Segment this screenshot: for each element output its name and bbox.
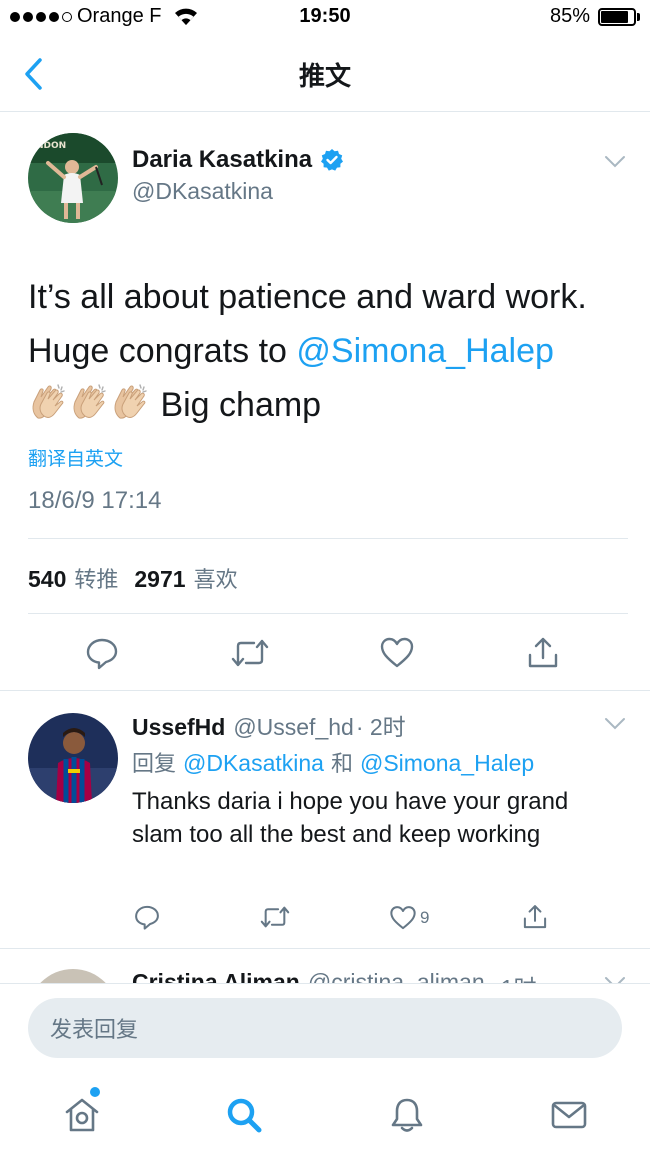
battery-percent: 85% [550,5,591,27]
home-icon [65,1098,99,1132]
retweet-icon [231,639,269,667]
retweet-count[interactable]: 540 [28,566,66,593]
reply-author-name: UssefHd [132,714,226,740]
next-reply-menu-button[interactable] [604,975,626,983]
next-reply-preview[interactable]: Cristina Aliman @cristina_aliman · 1时 [0,949,650,983]
reply-button[interactable] [82,633,122,673]
author-handle: @DKasatkina [132,178,273,204]
mention-link[interactable]: @DKasatkina [183,750,324,776]
replying-to: 回复 @DKasatkina 和 @Simona_Halep [132,746,534,778]
status-bar: Orange F 19:50 85% [0,0,650,36]
divider [28,613,628,614]
author-avatar[interactable]: NDON [28,133,118,223]
tweet-text-line: Huge congrats to @Simona_Halep [28,324,638,378]
share-button[interactable] [523,633,563,673]
tweet-timestamp: 18/6/9 17:14 [28,487,162,514]
divider [28,538,628,539]
reply-share-button[interactable] [519,901,551,933]
bell-icon [391,1098,423,1132]
tweet-text-segment: Big champ [151,386,322,424]
clapping-hands-icon [69,382,109,422]
retweet-button[interactable] [230,633,270,673]
reply-text: Thanks daria i hope you have your grand … [132,788,569,848]
home-notification-dot [90,1087,100,1097]
reply-author-avatar[interactable] [28,713,118,803]
reply-icon [86,638,118,670]
replying-to-conjunction: 和 [323,752,360,777]
tab-home[interactable] [60,1093,104,1137]
reply-author-row[interactable]: UssefHd @Ussef_hd · 2时 [132,708,406,742]
tweet-menu-button[interactable] [604,154,626,173]
chevron-down-icon [605,977,625,983]
clapping-hands-icon [28,382,68,422]
heart-icon [380,637,414,668]
tweet-text-line: It’s all about patience and ward work. [28,278,587,316]
divider [0,690,650,691]
svg-text:NDON: NDON [36,141,66,151]
mention-link[interactable]: @Simona_Halep [296,332,554,370]
battery-icon [598,8,636,26]
reply-menu-button[interactable] [604,716,626,735]
page-title: 推文 [298,62,351,92]
next-reply-time: · 1时 [487,969,537,983]
next-reply-author-row: Cristina Aliman @cristina_aliman · 1时 [132,969,536,983]
replying-to-label: 回复 [132,752,183,777]
next-reply-author-handle: @cristina_aliman [307,969,485,983]
reply-author-handle: @Ussef_hd [233,714,354,740]
next-reply-author-name: Cristina Aliman [132,969,300,983]
mail-icon [551,1101,587,1129]
reply-input[interactable]: 发表回复 [28,998,622,1058]
author-name-row[interactable]: Daria Kasatkina [132,146,344,174]
like-label[interactable]: 喜欢 [194,562,238,594]
reply-composer-bar: 发表回复 [0,983,650,1073]
reply-reply-button[interactable] [131,901,163,933]
reply-input-placeholder: 发表回复 [50,1018,139,1043]
reply-retweet-button[interactable] [259,901,291,933]
search-icon [227,1098,262,1133]
tab-bar [0,1073,650,1156]
tweet-text-line: Big champ [28,378,638,432]
battery-tip [637,13,640,21]
tweet-stats: 540 转推 2971 喜欢 [28,562,238,594]
tab-messages[interactable] [547,1093,591,1137]
chevron-down-icon [605,156,625,168]
reply-icon [135,905,159,930]
clapping-hands-icon [110,382,150,422]
heart-icon [390,906,416,930]
reply-time: · 2时 [355,714,406,740]
tweet-text: It’s all about patience and ward work. H… [28,270,638,432]
share-icon [523,905,547,929]
next-reply-avatar[interactable] [28,969,118,983]
author-name: Daria Kasatkina [132,146,313,173]
like-count[interactable]: 2971 [134,566,185,593]
share-icon [528,637,558,668]
translate-link[interactable]: 翻译自英文 [28,444,123,471]
tab-notifications[interactable] [385,1093,429,1137]
retweet-icon [260,906,290,928]
tab-search[interactable] [222,1093,266,1137]
verified-badge-icon [321,149,344,171]
retweet-label[interactable]: 转推 [74,562,118,594]
like-button[interactable] [377,633,417,673]
tweet-text-segment: Huge congrats to [28,332,297,370]
reply-like-button[interactable]: 9 [389,904,429,932]
navigation-bar: 推文 [0,36,650,112]
mention-link[interactable]: @Simona_Halep [360,750,534,776]
chevron-down-icon [605,718,625,730]
reply-like-count: 9 [420,908,430,927]
